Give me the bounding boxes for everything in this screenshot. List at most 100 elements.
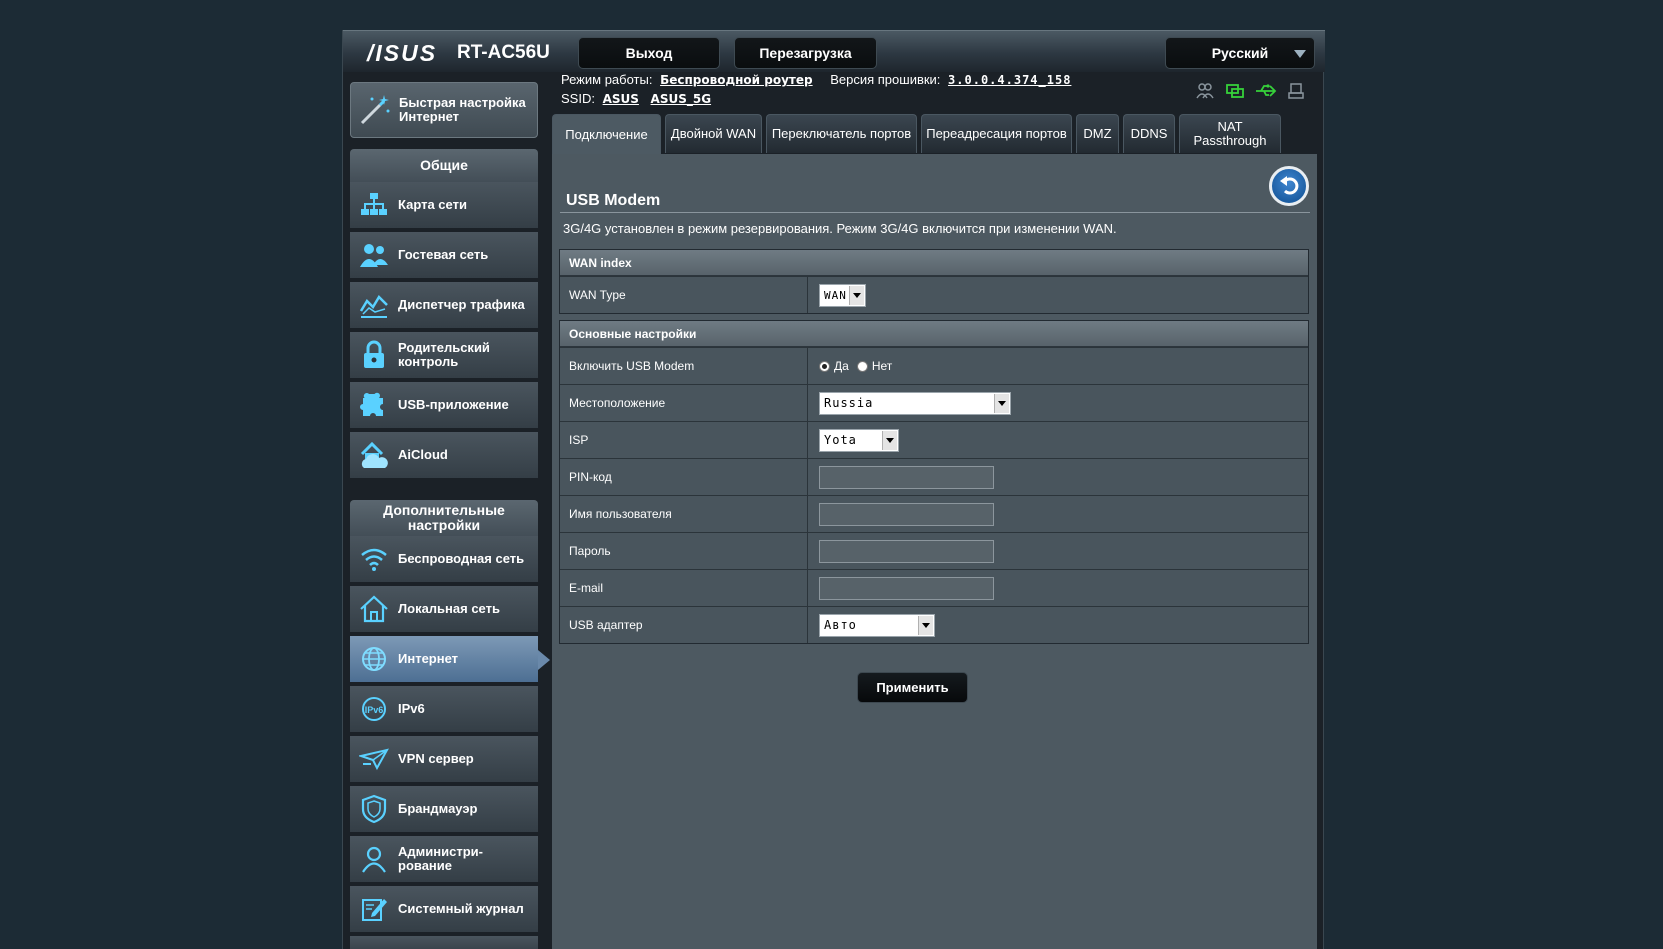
radio-unselected-icon bbox=[856, 360, 868, 372]
chevron-down-icon bbox=[994, 393, 1009, 413]
internet-status-icon[interactable] bbox=[1225, 82, 1245, 100]
tab-port-forwarding[interactable]: Переадресация портов bbox=[921, 114, 1072, 153]
sidebar-item-label: Интернет bbox=[398, 651, 459, 667]
enable-usb-modem-label: Включить USB Modem bbox=[560, 348, 808, 384]
enable-no-label: Нет bbox=[871, 359, 893, 373]
magic-wand-icon bbox=[351, 86, 399, 134]
usb-adapter-row: USB адаптер Авто bbox=[560, 606, 1308, 643]
section-heading: Основные настройки bbox=[560, 321, 1308, 347]
pin-row: PIN-код bbox=[560, 458, 1308, 495]
backup-mode-notice: 3G/4G установлен в режим резервирования.… bbox=[563, 221, 1117, 236]
location-label: Местоположение bbox=[560, 385, 808, 421]
enable-no-radio[interactable]: Нет bbox=[856, 359, 893, 373]
sidebar-item-label: Диспетчер трафика bbox=[398, 297, 525, 313]
tab-port-trigger[interactable]: Переключатель портов bbox=[766, 114, 917, 153]
pin-input[interactable] bbox=[819, 465, 994, 489]
sidebar-item-label: Администри-рование bbox=[398, 844, 483, 873]
isp-row: ISP Yota bbox=[560, 421, 1308, 458]
username-label: Имя пользователя bbox=[560, 496, 808, 532]
enable-yes-label: Да bbox=[834, 359, 849, 373]
firmware-label: Версия прошивки: bbox=[830, 72, 941, 87]
email-input[interactable] bbox=[819, 576, 994, 600]
tab-ddns[interactable]: DDNS bbox=[1123, 114, 1175, 153]
sidebar-item-internet[interactable]: Интернет bbox=[350, 636, 550, 684]
firmware-link[interactable]: 3.0.0.4.374_158 bbox=[948, 73, 1071, 87]
sidebar-item-ipv6[interactable]: IPv6 IPv6 bbox=[350, 686, 538, 734]
sidebar-item-aicloud[interactable]: AiCloud bbox=[350, 432, 538, 480]
ipv6-icon: IPv6 bbox=[350, 685, 398, 733]
router-admin-window: /ISUS RT-AC56U Выход Перезагрузка Русски… bbox=[342, 30, 1325, 949]
main-content: USB Modem 3G/4G установлен в режим резер… bbox=[552, 154, 1317, 949]
quick-internet-setup-button[interactable]: Быстрая настройка Интернет bbox=[350, 82, 538, 138]
sidebar-item-usb-app[interactable]: USB-приложение bbox=[350, 382, 538, 430]
tab-nat-passthrough[interactable]: NAT Passthrough bbox=[1179, 114, 1281, 153]
sidebar-item-label: Родительский контроль bbox=[398, 340, 490, 369]
password-label: Пароль bbox=[560, 533, 808, 569]
enable-yes-radio[interactable]: Да bbox=[819, 359, 849, 373]
ssid-link-24g[interactable]: ASUS bbox=[603, 92, 639, 106]
page-title: USB Modem bbox=[566, 192, 661, 209]
sidebar-item-system-log[interactable]: Системный журнал bbox=[350, 886, 538, 934]
isp-select[interactable]: Yota bbox=[819, 428, 899, 452]
usb-app-icon bbox=[350, 381, 398, 429]
tab-connection[interactable]: Подключение bbox=[552, 114, 661, 155]
sidebar-item-network-map[interactable]: Карта сети bbox=[350, 182, 538, 230]
isp-value: Yota bbox=[824, 433, 857, 447]
printer-icon[interactable] bbox=[1287, 82, 1305, 100]
wan-type-label: WAN Type bbox=[560, 277, 808, 313]
usb-adapter-label: USB адаптер bbox=[560, 607, 808, 643]
sidebar-item-label: Брандмауэр bbox=[398, 801, 478, 817]
operation-mode-line: Режим работы: Беспроводной роутер Версия… bbox=[561, 72, 1071, 87]
top-header: /ISUS RT-AC56U Выход Перезагрузка Русски… bbox=[343, 30, 1325, 72]
password-input[interactable] bbox=[819, 539, 994, 563]
chevron-down-icon bbox=[882, 430, 897, 450]
sidebar-item-label: USB-приложение bbox=[398, 397, 509, 413]
guest-network-icon bbox=[350, 231, 398, 279]
wan-type-row: WAN Type WAN bbox=[560, 276, 1308, 313]
tab-dual-wan[interactable]: Двойной WAN bbox=[665, 114, 762, 153]
sidebar-item-wireless[interactable]: Беспроводная сеть bbox=[350, 536, 538, 584]
section-heading: WAN index bbox=[560, 250, 1308, 276]
wan-type-select[interactable]: WAN bbox=[819, 283, 866, 307]
reboot-button[interactable]: Перезагрузка bbox=[734, 37, 877, 69]
sidebar-item-more[interactable] bbox=[350, 936, 538, 949]
username-input[interactable] bbox=[819, 502, 994, 526]
advanced-section-title: Дополнительные настройки bbox=[350, 500, 538, 536]
location-value: Russia bbox=[824, 396, 874, 410]
apply-button[interactable]: Применить bbox=[857, 672, 968, 703]
wan-index-section: WAN index WAN Type WAN bbox=[559, 249, 1309, 314]
clients-icon[interactable] bbox=[1195, 82, 1215, 100]
back-button[interactable] bbox=[1269, 166, 1309, 206]
language-value: Русский bbox=[1211, 45, 1269, 61]
usb-adapter-select[interactable]: Авто bbox=[819, 613, 935, 637]
sidebar-item-lan[interactable]: Локальная сеть bbox=[350, 586, 538, 634]
location-select[interactable]: Russia bbox=[819, 391, 1011, 415]
sidebar-item-administration[interactable]: Администри-рование bbox=[350, 836, 538, 884]
aicloud-icon bbox=[350, 431, 398, 479]
ssid-link-5g[interactable]: ASUS_5G bbox=[651, 92, 712, 106]
operation-mode-link[interactable]: Беспроводной роутер bbox=[660, 73, 813, 87]
sidebar-item-guest-network[interactable]: Гостевая сеть bbox=[350, 232, 538, 280]
logout-button[interactable]: Выход bbox=[578, 37, 720, 69]
sidebar-item-label: VPN сервер bbox=[398, 751, 474, 767]
radio-selected-icon bbox=[819, 360, 830, 372]
sidebar-item-vpn[interactable]: VPN сервер bbox=[350, 736, 538, 784]
operation-mode-label: Режим работы: bbox=[561, 72, 653, 87]
basic-settings-section: Основные настройки Включить USB Modem Да… bbox=[559, 320, 1309, 644]
ssid-label: SSID: bbox=[561, 91, 595, 106]
sidebar-item-label: IPv6 bbox=[398, 701, 425, 717]
sidebar-item-label: Локальная сеть bbox=[398, 601, 500, 617]
language-select[interactable]: Русский bbox=[1165, 37, 1315, 69]
usb-adapter-value: Авто bbox=[824, 618, 857, 632]
sidebar-item-label: Системный журнал bbox=[398, 901, 524, 917]
sidebar-item-traffic-manager[interactable]: Диспетчер трафика bbox=[350, 282, 538, 330]
usb-status-icon[interactable] bbox=[1255, 82, 1277, 100]
tab-dmz[interactable]: DMZ bbox=[1076, 114, 1119, 153]
sidebar-item-firewall[interactable]: Брандмауэр bbox=[350, 786, 538, 834]
sidebar-item-parental-control[interactable]: Родительский контроль bbox=[350, 332, 538, 380]
chevron-down-icon bbox=[1294, 50, 1306, 58]
sidebar-item-label: Гостевая сеть bbox=[398, 247, 489, 263]
parental-control-icon bbox=[350, 331, 398, 379]
ssid-line: SSID: ASUS ASUS_5G bbox=[561, 91, 711, 106]
back-arrow-icon bbox=[1280, 176, 1299, 195]
